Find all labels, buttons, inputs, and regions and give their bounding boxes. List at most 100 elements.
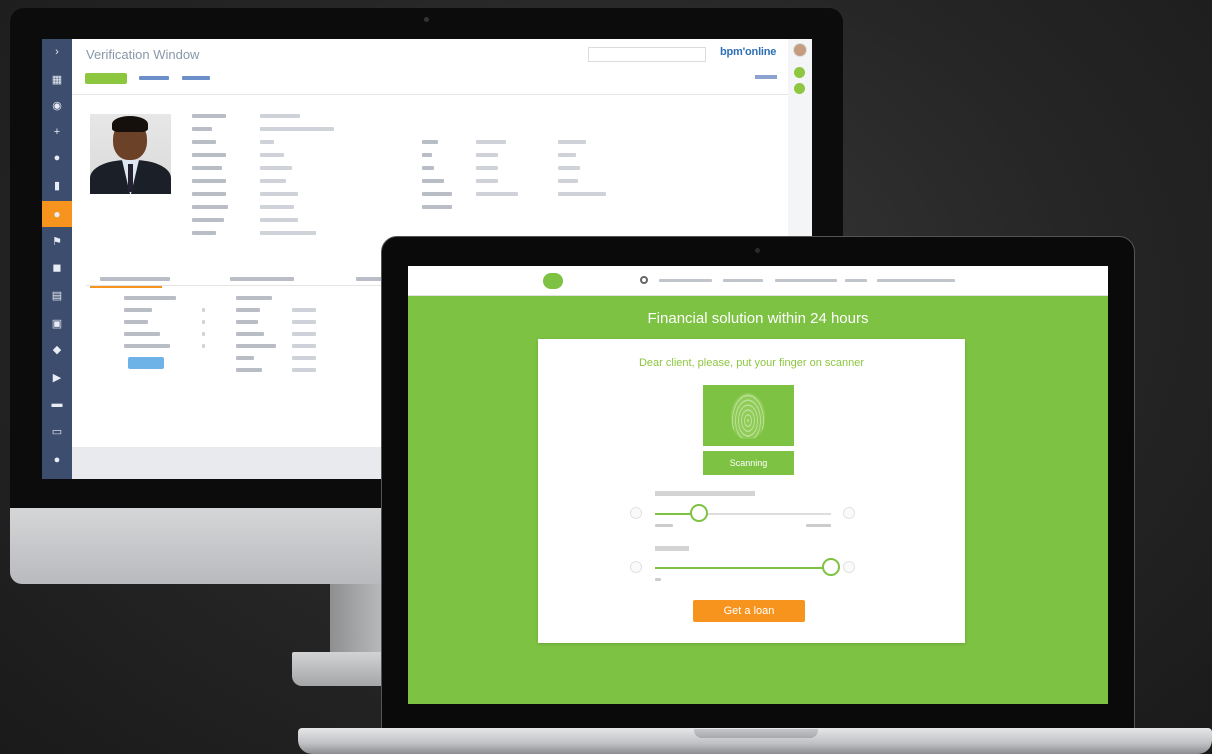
desktop-camera <box>424 17 429 22</box>
field-label <box>422 140 438 144</box>
list-item <box>236 368 262 372</box>
list-item <box>236 332 264 336</box>
list-item <box>202 308 205 312</box>
list-item <box>124 296 176 300</box>
list-item <box>202 332 205 336</box>
list-item <box>124 332 160 336</box>
applicant-photo <box>90 114 171 194</box>
nav-link[interactable] <box>877 279 955 282</box>
submit-button[interactable] <box>128 357 164 369</box>
person-icon[interactable]: ● <box>50 453 64 467</box>
status-dot[interactable] <box>794 67 805 78</box>
amount-decrease-button[interactable] <box>630 507 642 519</box>
list-item <box>292 368 316 372</box>
chevron-right-icon[interactable]: › <box>50 45 64 59</box>
amount-min-label <box>655 524 673 527</box>
document-icon[interactable]: ▤ <box>50 289 64 303</box>
play-icon[interactable]: ◉ <box>50 99 64 113</box>
field-value <box>260 153 284 157</box>
card-title: Dear client, please, put your finger on … <box>638 357 865 369</box>
amount-slider-handle[interactable] <box>690 504 708 522</box>
field-value <box>260 231 316 235</box>
nav-link[interactable] <box>845 279 867 282</box>
field-value <box>260 114 300 118</box>
list-item <box>124 344 170 348</box>
actions-button[interactable] <box>182 76 210 80</box>
list-item <box>292 356 316 360</box>
field-label <box>422 166 434 170</box>
field-value <box>558 140 586 144</box>
calendar-icon[interactable]: ▣ <box>50 317 64 331</box>
amount-increase-button[interactable] <box>843 507 855 519</box>
field-value <box>260 192 298 196</box>
laptop-camera <box>755 248 760 253</box>
search-input[interactable] <box>588 47 706 62</box>
list-item <box>236 308 260 312</box>
hero-heading: Financial solution within 24 hours <box>647 310 869 327</box>
save-button[interactable] <box>85 73 127 84</box>
bpmonline-logo: bpm'online <box>720 46 777 58</box>
amount-slider-label <box>655 491 755 496</box>
field-label <box>192 140 216 144</box>
term-decrease-button[interactable] <box>630 561 642 573</box>
field-label <box>422 192 452 196</box>
list-item <box>292 308 316 312</box>
field-value <box>476 153 498 157</box>
active-tab-indicator <box>90 286 162 288</box>
home-icon[interactable] <box>640 276 648 284</box>
list-item <box>202 344 205 348</box>
discard-button[interactable] <box>139 76 169 80</box>
field-label <box>192 166 222 170</box>
field-value <box>260 179 286 183</box>
get-loan-button[interactable]: Get a loan <box>693 600 805 622</box>
folder-icon[interactable]: ▬ <box>50 397 64 411</box>
list-item <box>236 320 258 324</box>
plus-icon[interactable]: + <box>50 125 64 139</box>
view-button[interactable] <box>755 75 777 79</box>
chat-icon[interactable]: ◆ <box>50 343 64 357</box>
field-label <box>192 127 212 131</box>
field-value <box>260 205 294 209</box>
list-item <box>292 344 316 348</box>
building-icon[interactable]: ▮ <box>50 179 64 193</box>
field-value <box>476 140 506 144</box>
flag-icon[interactable]: ⚑ <box>50 235 64 249</box>
person-icon[interactable]: ● <box>50 151 64 165</box>
laptop-notch <box>694 729 818 738</box>
list-item <box>236 344 276 348</box>
field-label <box>422 153 432 157</box>
field-value <box>558 153 576 157</box>
grid-icon[interactable]: ▦ <box>50 73 64 87</box>
field-label <box>192 153 226 157</box>
person-icon[interactable]: ● <box>42 201 72 227</box>
nav-link[interactable] <box>659 279 712 282</box>
book-icon[interactable]: ▭ <box>50 425 64 439</box>
term-slider-handle[interactable] <box>822 558 840 576</box>
fingerprint-scanner[interactable] <box>703 385 794 446</box>
avatar[interactable] <box>793 43 807 57</box>
field-value <box>260 218 298 222</box>
term-min-label <box>655 578 661 581</box>
nav-link[interactable] <box>723 279 763 282</box>
tab-label[interactable] <box>100 277 170 281</box>
briefcase-icon[interactable]: ◼ <box>50 261 64 275</box>
field-value <box>260 127 334 131</box>
list-item <box>202 320 205 324</box>
loan-card: Dear client, please, put your finger on … <box>538 339 965 643</box>
field-label <box>192 231 216 235</box>
detail-tabs <box>86 274 416 286</box>
list-item <box>236 356 254 360</box>
laptop-screen: Financial solution within 24 hours Dear … <box>408 266 1108 704</box>
tab-label[interactable] <box>230 277 294 281</box>
term-increase-button[interactable] <box>843 561 855 573</box>
site-navbar <box>408 266 1108 296</box>
status-dot[interactable] <box>794 83 805 94</box>
field-label <box>422 179 444 183</box>
field-value <box>558 166 580 170</box>
field-label <box>192 218 224 222</box>
tag-icon[interactable]: ▶ <box>50 371 64 385</box>
nav-link[interactable] <box>775 279 837 282</box>
brand-logo[interactable] <box>542 273 563 289</box>
field-value <box>260 166 292 170</box>
crm-sidebar: › ▦ ◉ + ● ▮ ● ⚑ ◼ ▤ ▣ ◆ ▶ ▬ ▭ ● <box>42 39 72 479</box>
